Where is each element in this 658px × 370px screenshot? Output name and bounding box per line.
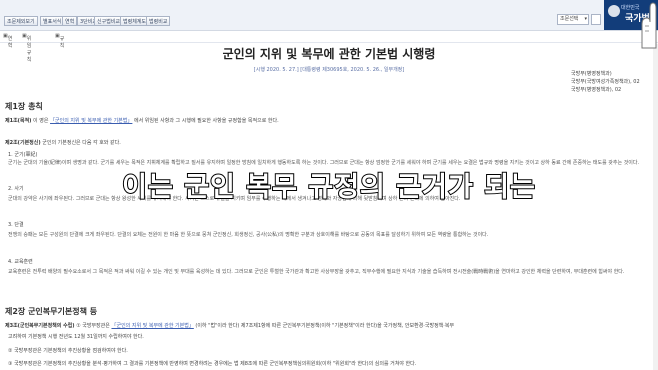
toolbar: 조문제외보기 별표서식 연혁 3단비교 신구법비교 법령체계도 법령비교 조문선…	[0, 0, 658, 31]
article-text: 군인의 기본정신은 다음 각 호와 같다.	[42, 140, 121, 146]
chapter-heading: 제2장 군인복무기본정책 등	[5, 307, 98, 316]
sub-toolbar: ▣ 연혁 ▣ 위임규칙 ▣ 규칙	[0, 31, 658, 63]
article-text: ③ 국방부장관은 기본정책의 추진상황을 분석·평가하여 그 결과를 기본정책에…	[8, 361, 417, 367]
pointing-hand-icon	[641, 2, 657, 49]
rules-link[interactable]: ▣ 규칙	[55, 33, 64, 49]
clause-text: 교육훈련은 전투력 배양의 필수요소로서 그 목적은 적과 싸워 이길 수 있는…	[8, 269, 625, 275]
article-text: 에서 위임된 사항과 그 시행에 필요한 사항을 규정함을 목적으로 한다.	[133, 118, 279, 124]
toolbar-button-old-new-compare[interactable]: 신구법비교	[94, 16, 124, 26]
page-title: 군인의 지위 및 복무에 관한 기본법 시행령	[222, 47, 436, 61]
video-caption: 이는 군인 복무 규정의 근거가 되는	[121, 171, 536, 204]
article-text: 이 영은	[33, 118, 49, 124]
article-text: 고려하여 기본정책 시행 전년도 12월 31일까지 수립하여야 한다.	[8, 334, 144, 340]
article-3: 제3조(군인복무기본정책의 수립) ① 국방부장관은 「군인의 지위 및 복무에…	[5, 322, 454, 329]
toolbar-button-history[interactable]: 연혁	[62, 16, 78, 26]
delegated-rules-link[interactable]: ▣ 위임규칙	[22, 33, 31, 63]
article-1: 제1조(목적) 이 영은 「군인의 지위 및 복무에 관한 기본법」 에서 위임…	[5, 117, 279, 124]
article-heading: 제2조(기본정신)	[5, 140, 41, 146]
department-contact: 국방부(국방여성가족정책과), 02	[571, 79, 640, 85]
toolbar-button-exclude-articles[interactable]: 조문제외보기	[4, 16, 38, 26]
chevron-down-icon: ▾	[584, 16, 587, 22]
article-text: ② 국방부장관은 기본정책의 추진상황을 점검하여야 한다.	[8, 348, 128, 354]
article-select-value: 조문선택	[560, 16, 579, 22]
article-heading: 제1조(목적)	[5, 118, 32, 124]
zoom-in-icon[interactable]	[591, 14, 601, 25]
clause-label: 3. 단결	[8, 222, 24, 228]
chapter-heading: 제1장 총칙	[5, 102, 43, 111]
history-link[interactable]: ▣ 연혁	[3, 33, 12, 49]
national-emblem-icon	[608, 5, 620, 17]
scrollbar[interactable]	[653, 44, 658, 370]
clause-text: 전쟁의 승패는 모든 구성원의 단결에 크게 좌우된다. 단결의 요체는 전원이…	[8, 232, 489, 238]
toolbar-button-law-compare[interactable]: 법령비교	[146, 16, 171, 26]
enforcement-info: [시행 2020. 5. 27.] [대통령령 제30695호, 2020. 5…	[253, 67, 405, 73]
article-2: 제2조(기본정신) 군인의 기본정신은 다음 각 호와 같다.	[5, 139, 121, 146]
article-text: (이하 "법"이라 한다) 제7조제1항에 따른 군인복무기본정책(이하 "기본…	[195, 323, 455, 329]
article-heading: 제3조(군인복무기본정책의 수립)	[5, 323, 75, 329]
law-link[interactable]: 「군인의 지위 및 복무에 관한 기본법」	[111, 323, 193, 329]
law-link[interactable]: 「군인의 지위 및 복무에 관한 기본법」	[50, 118, 132, 124]
toolbar-button-appendix[interactable]: 별표서식	[40, 16, 65, 26]
department-contact: 국방부(병영정책과), 02	[571, 87, 622, 93]
department-contact: 국방부(병영정책과)	[571, 71, 612, 77]
article-text: ① 국방부장관은	[76, 323, 110, 329]
toolbar-button-law-structure[interactable]: 법령체계도	[120, 16, 150, 26]
clause-label: 1. 군기(軍紀)	[8, 152, 38, 158]
article-select[interactable]: 조문선택 ▾	[557, 14, 589, 25]
clause-label: 4. 교육훈련	[8, 259, 33, 265]
